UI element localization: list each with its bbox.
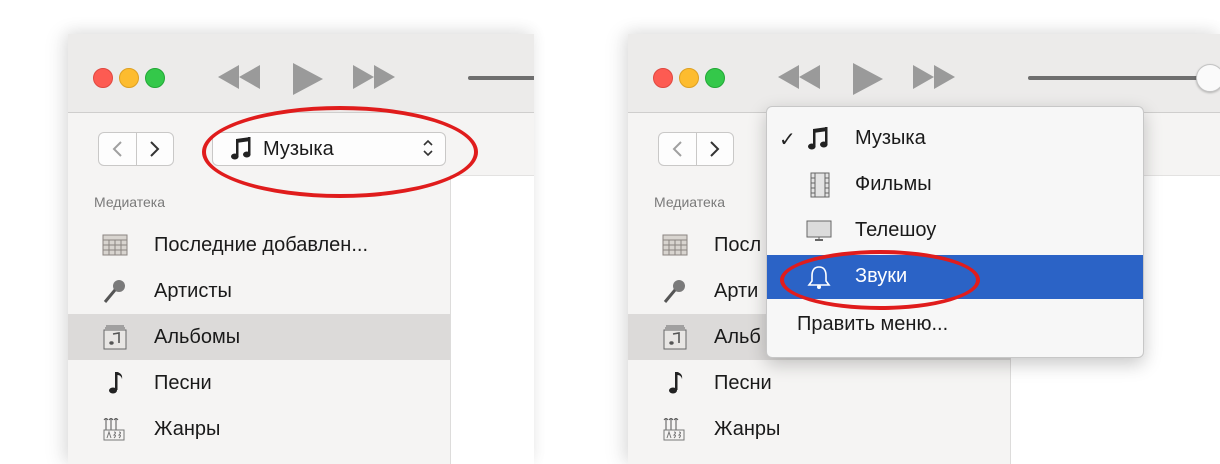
- back-button[interactable]: [659, 133, 696, 165]
- tv-icon: [806, 220, 832, 241]
- sidebar-item-label: Арти: [714, 280, 759, 302]
- chevron-left-icon: [672, 141, 682, 157]
- sidebar-item-label: Посл: [714, 234, 762, 256]
- zoom-window-button[interactable]: [145, 68, 165, 88]
- music-note-icon: [109, 372, 123, 394]
- volume-slider[interactable]: [1028, 76, 1208, 80]
- sidebar-item-label: Последние добавлен...: [154, 234, 369, 256]
- media-source-menu: ✓ Музыка Фильмы Телешоу Звуки Править ме…: [766, 106, 1144, 358]
- menu-item-label: Телешоу: [855, 219, 937, 241]
- library-section-title: Медиатека: [654, 194, 726, 210]
- sidebar-item-recently-added[interactable]: Последние добавлен...: [68, 222, 450, 268]
- menu-item-label: Музыка: [855, 127, 926, 149]
- film-icon: [810, 172, 830, 198]
- sidebar-item-label: Жанры: [714, 418, 781, 440]
- previous-track-icon[interactable]: [776, 61, 822, 93]
- title-bar: [628, 34, 1220, 113]
- sidebar-item-label: Альб: [714, 326, 761, 348]
- menu-item-edit-menu[interactable]: Править меню...: [767, 303, 1143, 347]
- forward-button[interactable]: [695, 133, 734, 165]
- menu-item-tv-shows[interactable]: Телешоу: [767, 209, 1143, 253]
- menu-item-label: Фильмы: [855, 173, 932, 195]
- menu-item-music[interactable]: ✓ Музыка: [767, 117, 1143, 161]
- forward-button[interactable]: [135, 133, 174, 165]
- itunes-window-left: Музыка Медиатека Последние добавлен... А…: [68, 34, 534, 464]
- sidebar-item-songs[interactable]: Песни: [68, 360, 450, 406]
- next-track-icon[interactable]: [911, 61, 957, 93]
- sidebar-item-artists[interactable]: Артисты: [68, 268, 450, 314]
- sidebar-item-label: Песни: [154, 372, 212, 394]
- microphone-icon: [103, 280, 125, 303]
- title-bar: [68, 34, 534, 113]
- menu-item-label: Править меню...: [797, 313, 949, 335]
- menu-item-movies[interactable]: Фильмы: [767, 163, 1143, 207]
- minimize-window-button[interactable]: [679, 68, 699, 88]
- volume-knob[interactable]: [1196, 64, 1220, 92]
- genres-icon: [663, 418, 685, 441]
- navigation-buttons: [658, 132, 734, 166]
- annotation-ellipse-source-selector: [202, 106, 478, 198]
- album-icon: [663, 325, 687, 350]
- play-icon[interactable]: [289, 61, 325, 97]
- minimize-window-button[interactable]: [119, 68, 139, 88]
- previous-track-icon[interactable]: [216, 61, 262, 93]
- back-button[interactable]: [99, 133, 136, 165]
- navigation-buttons: [98, 132, 174, 166]
- recent-grid-icon: [662, 234, 688, 256]
- chevron-right-icon: [150, 141, 160, 157]
- close-window-button[interactable]: [93, 68, 113, 88]
- recent-grid-icon: [102, 234, 128, 256]
- music-note-icon: [669, 372, 683, 394]
- next-track-icon[interactable]: [351, 61, 397, 93]
- album-icon: [103, 325, 127, 350]
- sidebar-item-label: Песни: [714, 372, 772, 394]
- play-icon[interactable]: [849, 61, 885, 97]
- sidebar-item-genres[interactable]: Жанры: [68, 406, 450, 452]
- chevron-left-icon: [112, 141, 122, 157]
- genres-icon: [103, 418, 125, 441]
- close-window-button[interactable]: [653, 68, 673, 88]
- library-section-title: Медиатека: [94, 194, 166, 210]
- sidebar-item-label: Артисты: [154, 280, 232, 302]
- checkmark-icon: ✓: [779, 129, 796, 151]
- sidebar-item-genres[interactable]: Жанры: [628, 406, 1010, 452]
- microphone-icon: [663, 280, 685, 303]
- volume-slider[interactable]: [468, 76, 534, 80]
- sidebar-item-label: Альбомы: [154, 326, 241, 348]
- content-area: [450, 175, 534, 464]
- annotation-ellipse-tones-item: [780, 250, 980, 310]
- sidebar-item-songs[interactable]: Песни: [628, 360, 1010, 406]
- zoom-window-button[interactable]: [705, 68, 725, 88]
- sidebar-item-albums[interactable]: Альбомы: [68, 314, 450, 360]
- chevron-right-icon: [710, 141, 720, 157]
- sidebar-item-label: Жанры: [154, 418, 221, 440]
- music-notes-icon: [808, 127, 828, 150]
